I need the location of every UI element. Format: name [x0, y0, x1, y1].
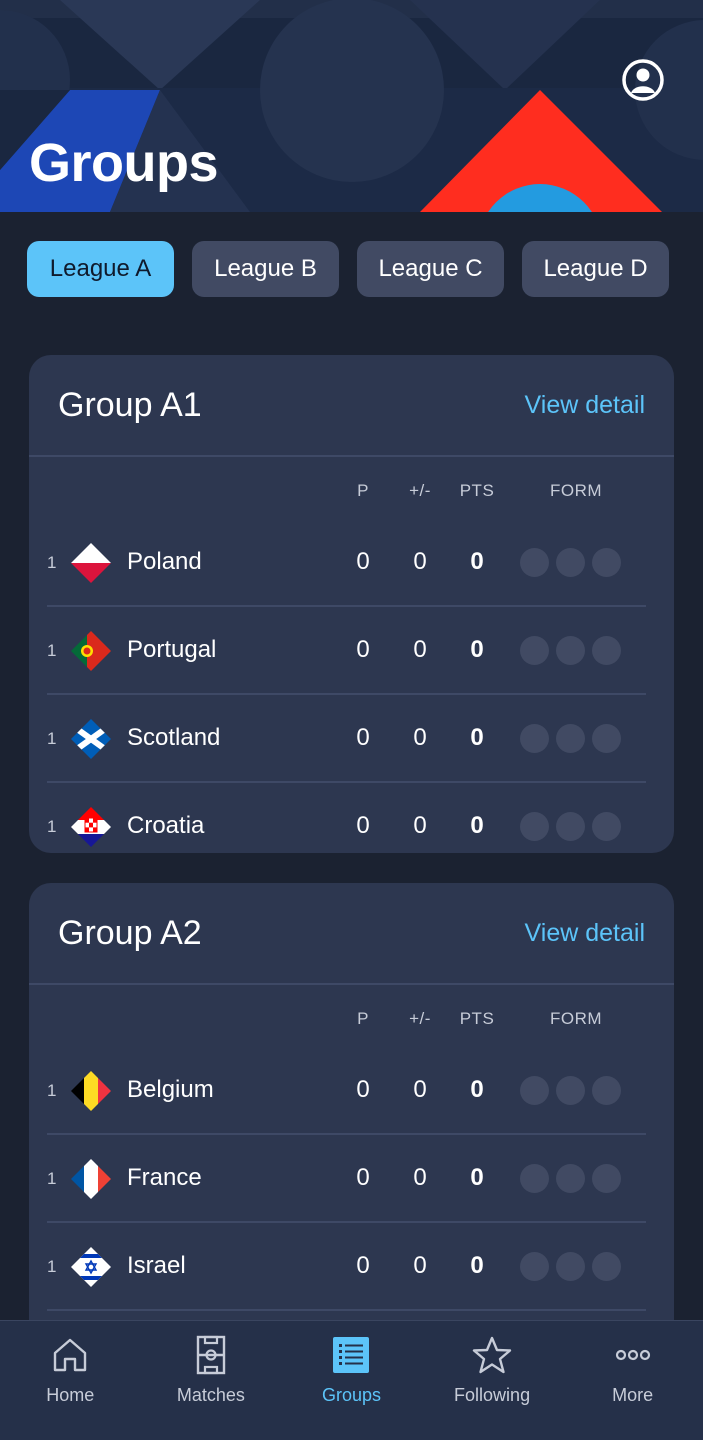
bottom-navigation: Home Matches Groups Following More — [0, 1320, 703, 1440]
home-icon — [54, 1338, 87, 1372]
column-headers: P +/- PTS FORM — [29, 457, 674, 519]
points-value: 0 — [470, 548, 484, 575]
goal-diff-value: 0 — [413, 1076, 427, 1103]
table-row[interactable]: 1 Portugal 0 0 0 — [47, 607, 646, 695]
team-name: Belgium — [127, 1076, 214, 1103]
goal-diff-value: 0 — [413, 1252, 427, 1279]
team-name: Israel — [127, 1252, 186, 1279]
israel-flag-icon — [71, 1247, 111, 1287]
view-detail-link[interactable]: View detail — [525, 919, 645, 948]
group-header: Group A1 View detail — [29, 355, 674, 457]
nav-more[interactable]: More — [562, 1321, 703, 1440]
team-rank: 1 — [47, 1169, 57, 1188]
form-indicators — [520, 1164, 621, 1193]
group-card-a1: Group A1 View detail P +/- PTS FORM 1 Po… — [29, 355, 674, 853]
nav-following[interactable]: Following — [422, 1321, 563, 1440]
column-headers: P +/- PTS FORM — [29, 985, 674, 1047]
points-value: 0 — [470, 636, 484, 663]
league-tabs: League A League B League C League D — [27, 241, 669, 297]
nav-label: Matches — [176, 1385, 245, 1405]
tab-league-b[interactable]: League B — [192, 241, 339, 297]
table-row[interactable]: 1 Croatia 0 0 0 — [47, 783, 646, 853]
team-name: Scotland — [127, 724, 221, 751]
played-value: 0 — [356, 1252, 370, 1279]
group-title: Group A2 — [58, 913, 202, 952]
form-indicators — [520, 812, 621, 841]
nav-home[interactable]: Home — [0, 1321, 141, 1440]
account-button[interactable] — [620, 57, 666, 103]
form-indicators — [520, 636, 621, 665]
tab-league-c[interactable]: League C — [357, 241, 504, 297]
team-rank: 1 — [47, 1081, 57, 1100]
points-value: 0 — [470, 1164, 484, 1191]
points-value: 0 — [470, 1252, 484, 1279]
group-card-a2: Group A2 View detail P +/- PTS FORM 1 Be… — [29, 883, 674, 1353]
team-rank: 1 — [47, 553, 57, 572]
page-title: Groups — [29, 133, 219, 193]
france-flag-icon — [71, 1159, 111, 1199]
account-icon — [622, 59, 664, 101]
nav-label: Following — [454, 1385, 531, 1405]
form-indicators — [520, 724, 621, 753]
table-row[interactable]: 1 Scotland 0 0 0 — [47, 695, 646, 783]
col-played: P — [357, 1009, 369, 1028]
col-form: FORM — [549, 1009, 603, 1028]
played-value: 0 — [356, 548, 370, 575]
col-points: PTS — [459, 481, 495, 500]
goal-diff-value: 0 — [413, 812, 427, 839]
played-value: 0 — [356, 1164, 370, 1191]
points-value: 0 — [470, 1076, 484, 1103]
scotland-flag-icon — [71, 719, 111, 759]
tab-league-d[interactable]: League D — [522, 241, 669, 297]
nav-groups[interactable]: Groups — [281, 1321, 422, 1440]
table-row[interactable]: 1 Poland 0 0 0 — [47, 519, 646, 607]
col-points: PTS — [459, 1009, 495, 1028]
form-indicators — [520, 1252, 621, 1281]
team-rank: 1 — [47, 817, 57, 836]
nav-label: More — [612, 1385, 654, 1405]
pitch-icon — [196, 1335, 226, 1375]
col-goal-diff: +/- — [409, 1009, 431, 1028]
points-value: 0 — [470, 724, 484, 751]
col-form: FORM — [549, 481, 603, 500]
croatia-flag-icon — [71, 807, 111, 847]
poland-flag-icon — [71, 543, 111, 583]
table-row[interactable]: 1 Belgium 0 0 0 — [47, 1047, 646, 1135]
team-name: Portugal — [127, 636, 217, 663]
nav-label: Home — [46, 1385, 95, 1405]
header-banner: Groups — [0, 0, 703, 212]
played-value: 0 — [356, 1076, 370, 1103]
team-name: France — [127, 1164, 202, 1191]
portugal-flag-icon — [71, 631, 111, 671]
team-name: Croatia — [127, 812, 205, 839]
team-rank: 1 — [47, 1257, 57, 1276]
goal-diff-value: 0 — [413, 548, 427, 575]
form-indicators — [520, 1076, 621, 1105]
goal-diff-value: 0 — [413, 636, 427, 663]
nav-matches[interactable]: Matches — [141, 1321, 282, 1440]
points-value: 0 — [470, 812, 484, 839]
belgium-flag-icon — [71, 1071, 111, 1111]
view-detail-link[interactable]: View detail — [525, 391, 645, 420]
played-value: 0 — [356, 636, 370, 663]
played-value: 0 — [356, 724, 370, 751]
form-indicators — [520, 548, 621, 577]
nav-label: Groups — [321, 1385, 381, 1405]
col-goal-diff: +/- — [409, 481, 431, 500]
played-value: 0 — [356, 812, 370, 839]
team-rank: 1 — [47, 641, 57, 660]
table-row[interactable]: 1 France 0 0 0 — [47, 1135, 646, 1223]
goal-diff-value: 0 — [413, 1164, 427, 1191]
col-played: P — [357, 481, 369, 500]
goal-diff-value: 0 — [413, 724, 427, 751]
star-icon — [472, 1336, 512, 1374]
table-row[interactable]: 1 Israel 0 0 0 — [47, 1223, 646, 1311]
list-icon — [333, 1337, 370, 1373]
more-icon — [615, 1349, 650, 1361]
group-header: Group A2 View detail — [29, 883, 674, 985]
tab-league-a[interactable]: League A — [27, 241, 174, 297]
team-name: Poland — [127, 548, 202, 575]
team-rank: 1 — [47, 729, 57, 748]
group-title: Group A1 — [58, 385, 202, 424]
